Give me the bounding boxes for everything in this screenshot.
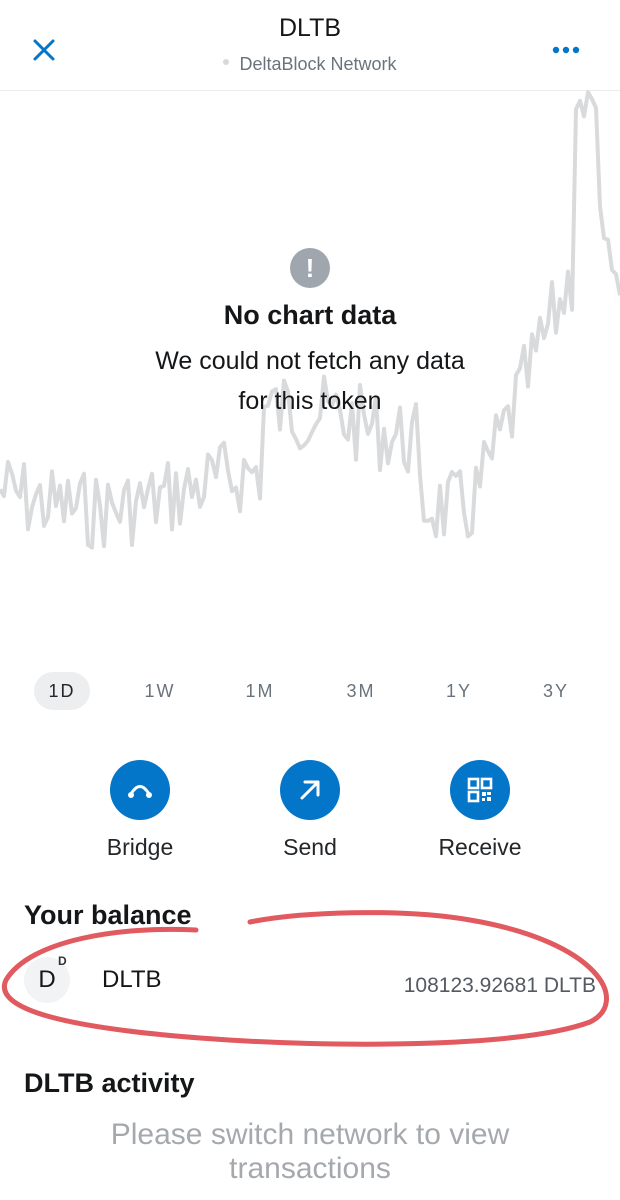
activity-heading: DLTB activity bbox=[24, 1068, 195, 1098]
more-horizontal-icon bbox=[552, 46, 580, 54]
no-chart-data-message: ! No chart data We could not fetch any d… bbox=[0, 240, 620, 421]
network-badge: D bbox=[58, 954, 67, 968]
page-title: DLTB bbox=[278, 14, 342, 42]
balance-heading: Your balance bbox=[24, 900, 192, 930]
range-3m[interactable]: 3M bbox=[333, 672, 389, 710]
price-chart-placeholder: ! No chart data We could not fetch any d… bbox=[0, 90, 620, 630]
asset-row[interactable]: D D DLTB 108123.92681 DLTB bbox=[0, 948, 620, 1018]
asset-balance-amount: 108123.92681 DLTB bbox=[403, 974, 596, 997]
arrow-up-right-icon bbox=[300, 780, 320, 800]
range-1d[interactable]: 1D bbox=[34, 672, 90, 710]
range-1y[interactable]: 1Y bbox=[431, 672, 487, 710]
network-name: DeltaBlock Network bbox=[239, 54, 397, 74]
no-chart-data-heading: No chart data bbox=[223, 300, 397, 330]
more-options-button[interactable] bbox=[548, 40, 584, 60]
header: DLTB DeltaBlock Network bbox=[0, 0, 620, 91]
network-dot bbox=[223, 59, 230, 66]
time-range-selector: 1D 1W 1M 3M 1Y 3Y bbox=[0, 672, 620, 710]
send-label: Send bbox=[283, 834, 337, 860]
bridge-button-circle bbox=[110, 760, 170, 820]
qr-code-icon bbox=[467, 777, 493, 803]
receive-button-circle bbox=[450, 760, 510, 820]
range-1w[interactable]: 1W bbox=[132, 672, 188, 710]
range-1m[interactable]: 1M bbox=[232, 672, 288, 710]
send-button-circle bbox=[280, 760, 340, 820]
no-chart-data-text: We could not fetch any data for this tok… bbox=[155, 347, 465, 415]
switch-network-message: Please switch network to view transactio… bbox=[110, 1118, 510, 1185]
network-label: DeltaBlock Network bbox=[0, 54, 620, 75]
range-3y[interactable]: 3Y bbox=[528, 672, 584, 710]
bridge-label: Bridge bbox=[106, 834, 174, 860]
bridge-icon bbox=[128, 785, 152, 798]
receive-label: Receive bbox=[438, 834, 522, 860]
exclamation-icon: ! bbox=[290, 248, 330, 288]
bridge-button[interactable]: Bridge bbox=[70, 760, 210, 861]
send-button[interactable]: Send bbox=[240, 760, 380, 861]
asset-name: DLTB bbox=[102, 966, 162, 993]
receive-button[interactable]: Receive bbox=[410, 760, 550, 861]
